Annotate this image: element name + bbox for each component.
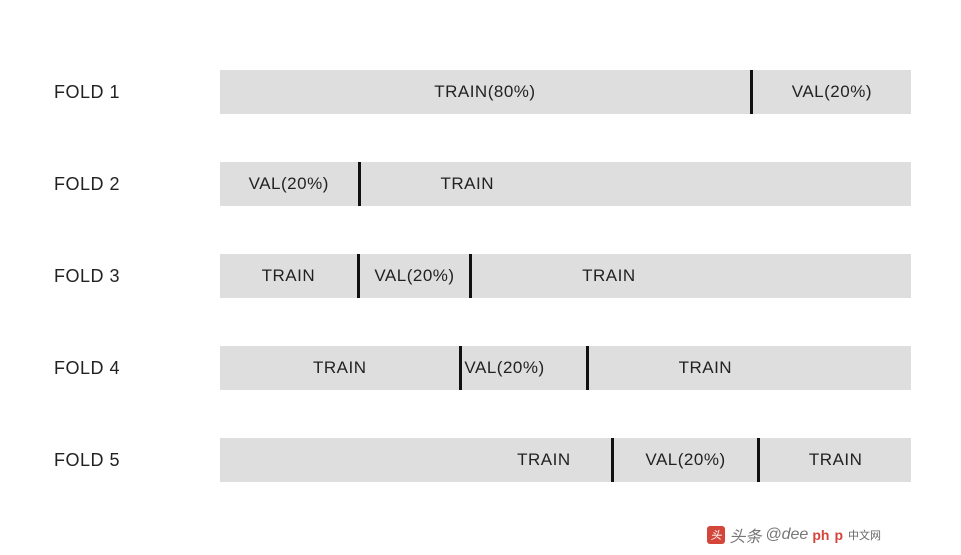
headline-icon: 头 (707, 526, 725, 544)
segment: TRAIN (760, 438, 911, 482)
fold-row: FOLD 1TRAIN(80%)VAL(20%) (50, 70, 911, 114)
fold-row: FOLD 4TRAINVAL(20%)TRAIN (50, 346, 911, 390)
segment: TRAIN (220, 254, 357, 298)
segment: TRAIN(80%) (220, 70, 750, 114)
fold-bar: TRAINVAL(20%)TRAIN (220, 438, 911, 482)
watermark-brand2: p (833, 527, 844, 543)
fold-label: FOLD 5 (50, 450, 220, 471)
svg-text:头: 头 (711, 529, 723, 542)
kfold-diagram: FOLD 1TRAIN(80%)VAL(20%)FOLD 2VAL(20%)TR… (50, 70, 911, 482)
fold-label: FOLD 2 (50, 174, 220, 195)
watermark-brand1: ph (812, 527, 829, 543)
fold-bar: TRAINVAL(20%)TRAIN (220, 346, 911, 390)
fold-label: FOLD 3 (50, 266, 220, 287)
segment: VAL(20%) (220, 162, 358, 206)
segment: TRAIN (220, 438, 611, 482)
watermark-prefix: 头条 (729, 523, 761, 547)
fold-row: FOLD 3TRAINVAL(20%)TRAIN (50, 254, 911, 298)
watermark-suffix: 中文网 (848, 527, 881, 543)
segment: TRAIN (220, 346, 459, 390)
fold-bar: VAL(20%)TRAIN (220, 162, 911, 206)
segment: VAL(20%) (462, 346, 585, 390)
segment: TRAIN (589, 346, 911, 390)
fold-label: FOLD 4 (50, 358, 220, 379)
segment: VAL(20%) (614, 438, 758, 482)
fold-row: FOLD 5TRAINVAL(20%)TRAIN (50, 438, 911, 482)
watermark: 头 头条 @deephp 中文网 (707, 523, 881, 547)
fold-bar: TRAIN(80%)VAL(20%) (220, 70, 911, 114)
fold-label: FOLD 1 (50, 82, 220, 103)
segment: VAL(20%) (753, 70, 911, 114)
fold-row: FOLD 2VAL(20%)TRAIN (50, 162, 911, 206)
fold-bar: TRAINVAL(20%)TRAIN (220, 254, 911, 298)
segment: TRAIN (472, 254, 911, 298)
watermark-at: @dee (765, 526, 808, 544)
segment: TRAIN (361, 162, 912, 206)
segment: VAL(20%) (360, 254, 469, 298)
